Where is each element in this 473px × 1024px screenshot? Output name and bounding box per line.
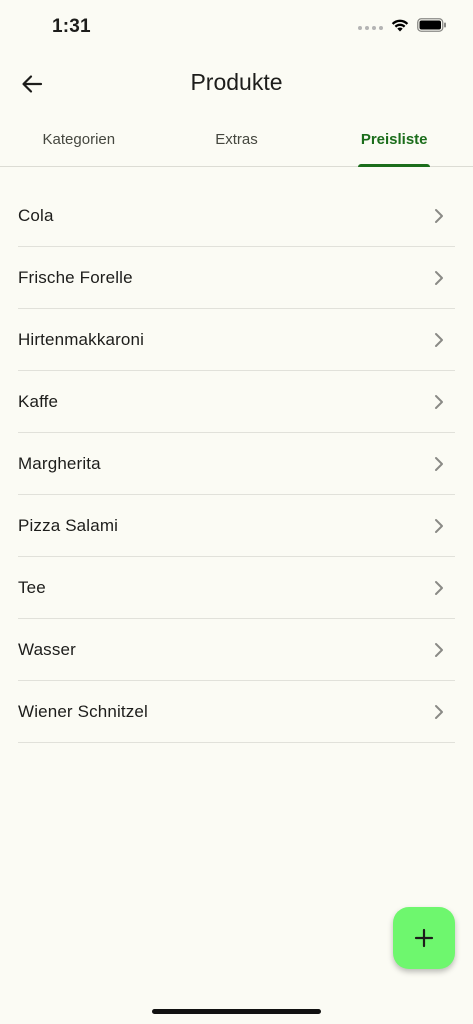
chevron-right-icon [429,330,449,350]
chevron-right-icon [429,454,449,474]
chevron-right-icon [429,516,449,536]
tab-kategorien[interactable]: Kategorien [0,116,158,166]
home-indicator [152,1009,321,1014]
list-item[interactable]: Kaffe [18,371,455,433]
tab-bar: Kategorien Extras Preisliste [0,116,473,167]
status-icons [358,18,447,37]
product-name: Margherita [18,453,101,473]
product-name: Wiener Schnitzel [18,701,148,721]
product-name: Frische Forelle [18,267,133,287]
status-time: 1:31 [52,16,91,37]
list-item[interactable]: Cola [18,185,455,247]
tab-preisliste[interactable]: Preisliste [315,116,473,167]
active-tab-indicator [358,164,431,167]
tab-label: Extras [215,131,258,148]
chevron-right-icon [429,578,449,598]
add-product-button[interactable] [393,907,455,969]
list-item[interactable]: Margherita [18,433,455,495]
tab-label: Kategorien [42,131,116,148]
chevron-right-icon [429,640,449,660]
list-item[interactable]: Wiener Schnitzel [18,681,455,743]
product-name: Pizza Salami [18,515,119,535]
tab-label: Preisliste [360,131,428,148]
product-list: Cola Frische Forelle Hirtenmakkaroni Kaf… [18,185,455,743]
list-item[interactable]: Tee [18,557,455,619]
status-bar: 1:31 [0,0,473,54]
list-item[interactable]: Wasser [18,619,455,681]
product-name: Kaffe [18,391,59,411]
battery-icon [417,18,447,37]
wifi-icon [391,18,409,37]
product-name: Wasser [18,639,76,659]
signal-icon [358,25,383,30]
product-name: Hirtenmakkaroni [18,329,145,349]
list-item[interactable]: Pizza Salami [18,495,455,557]
list-item[interactable]: Hirtenmakkaroni [18,309,455,371]
product-name: Tee [18,577,46,597]
chevron-right-icon [429,206,449,226]
tab-extras[interactable]: Extras [158,116,316,166]
chevron-right-icon [429,392,449,412]
chevron-right-icon [429,702,449,722]
app-bar: Produkte [0,54,473,114]
chevron-right-icon [429,268,449,288]
product-name: Cola [18,205,54,225]
screen: 1:31 Produkte Kategorien Extras Preislis… [0,0,473,1024]
plus-icon [414,928,434,948]
list-item[interactable]: Frische Forelle [18,247,455,309]
page-title: Produkte [190,69,283,95]
